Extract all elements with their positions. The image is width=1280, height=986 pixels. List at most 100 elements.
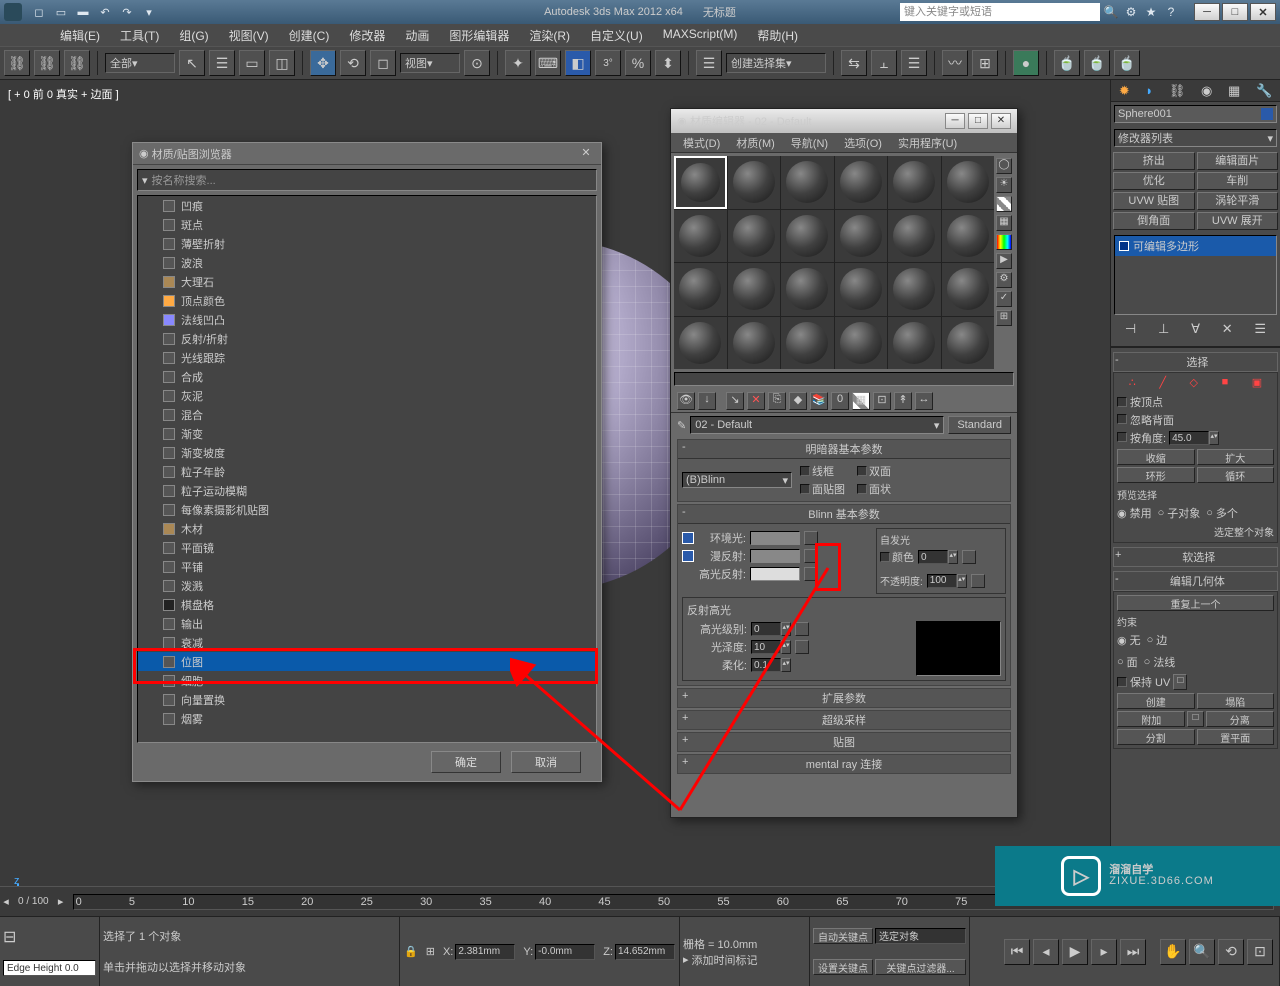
diffuse-swatch[interactable] — [750, 549, 800, 563]
tab-display-icon[interactable]: ▦ — [1228, 83, 1240, 99]
browser-item[interactable]: 渐变坡度 — [138, 443, 596, 462]
chk-faceted[interactable]: 面状 — [857, 481, 902, 497]
timeline-left-icon[interactable]: ◂ — [0, 895, 12, 908]
browser-item[interactable]: 位图 — [138, 652, 596, 671]
minimize-button[interactable]: ─ — [1194, 3, 1220, 21]
show-end-icon[interactable]: ⊡ — [873, 392, 891, 410]
menu-animation[interactable]: 动画 — [395, 24, 439, 46]
sample-slot[interactable] — [942, 317, 995, 370]
select-rect-icon[interactable]: ▭ — [239, 50, 265, 76]
coord-x-input[interactable] — [455, 944, 515, 960]
chk-by-vertex[interactable]: 按顶点 — [1117, 393, 1274, 411]
ref-coord-combo[interactable]: 视图▾ — [400, 53, 460, 73]
sample-slot[interactable] — [674, 156, 727, 209]
ambient-swatch[interactable] — [750, 531, 800, 545]
gloss-map-button[interactable] — [795, 640, 809, 654]
sample-slot[interactable] — [674, 263, 727, 316]
material-type-button[interactable]: Standard — [948, 416, 1011, 434]
help-search-input[interactable]: 键入关键字或短语 — [900, 3, 1100, 21]
tab-utility-icon[interactable]: 🔧 — [1256, 83, 1272, 99]
btn-uvw-map[interactable]: UVW 贴图 — [1113, 192, 1195, 210]
selection-filter-combo[interactable]: 全部▾ — [105, 53, 175, 73]
get-mat-icon[interactable]: 👁 — [677, 392, 695, 410]
edge-height-input[interactable]: Edge Height 0.0 — [3, 960, 96, 976]
snap-icon[interactable]: ◧ — [565, 50, 591, 76]
pivot-icon[interactable]: ⊙ — [464, 50, 490, 76]
btn-plane[interactable]: 置平面 — [1197, 729, 1275, 745]
btn-collapse[interactable]: 塌陷 — [1197, 693, 1275, 709]
btn-edit-patch[interactable]: 编辑面片 — [1197, 152, 1279, 170]
browser-item[interactable]: 粒子运动模糊 — [138, 481, 596, 500]
timeline-right-icon[interactable]: ▸ — [55, 895, 67, 908]
browser-item[interactable]: 泼溅 — [138, 576, 596, 595]
sample-video-icon[interactable]: ▶ — [996, 253, 1012, 269]
btn-repeat[interactable]: 重复上一个 — [1117, 595, 1274, 611]
browser-item[interactable]: 合成 — [138, 367, 596, 386]
shader-combo[interactable]: (B)Blinn▾ — [682, 472, 792, 488]
material-name-combo[interactable]: 02 - Default▾ — [690, 416, 944, 434]
browser-item[interactable]: 混合 — [138, 405, 596, 424]
so-poly-icon[interactable]: ■ — [1222, 376, 1229, 389]
qat-open-icon[interactable]: ▭ — [52, 3, 70, 21]
pick-icon[interactable]: ✎ — [677, 419, 686, 432]
sample-slot[interactable] — [728, 317, 781, 370]
tab-create-icon[interactable]: ✹ — [1119, 83, 1130, 99]
modifier-stack[interactable]: 可编辑多边形 — [1114, 235, 1277, 315]
qat-redo-icon[interactable]: ↷ — [118, 3, 136, 21]
so-vertex-icon[interactable]: ∴ — [1129, 376, 1136, 389]
rollout-supersample[interactable]: +超级采样 — [677, 710, 1011, 730]
menu-custom[interactable]: 自定义(U) — [580, 24, 653, 46]
select-name-icon[interactable]: ☰ — [209, 50, 235, 76]
rotate-icon[interactable]: ⟲ — [340, 50, 366, 76]
btn-loop[interactable]: 循环 — [1197, 467, 1275, 483]
help-icon[interactable]: ? — [1162, 3, 1180, 21]
autokey-button[interactable]: 自动关键点 — [813, 928, 873, 944]
move-icon[interactable]: ✥ — [310, 50, 336, 76]
stack-expand-icon[interactable] — [1119, 241, 1129, 251]
browser-item[interactable]: 薄壁折射 — [138, 234, 596, 253]
sample-slot[interactable] — [942, 263, 995, 316]
coord-y-input[interactable] — [535, 944, 595, 960]
browser-item[interactable]: 凹痕 — [138, 196, 596, 215]
browser-item[interactable]: 光线跟踪 — [138, 348, 596, 367]
chk-by-angle[interactable]: 按角度:▴▾ — [1117, 429, 1274, 447]
me-menu-nav[interactable]: 导航(N) — [783, 133, 836, 152]
browser-item[interactable]: 反射/折射 — [138, 329, 596, 348]
trackbar-icon[interactable]: ⊟ — [3, 927, 96, 947]
btn-lathe[interactable]: 车削 — [1197, 172, 1279, 190]
curve-editor-icon[interactable]: 〰 — [942, 50, 968, 76]
me-menu-util[interactable]: 实用程序(U) — [890, 133, 965, 152]
menu-maxscript[interactable]: MAXScript(M) — [653, 24, 748, 46]
radio-off[interactable]: ◉ 禁用 — [1117, 504, 1152, 522]
browser-item[interactable]: 平面镜 — [138, 538, 596, 557]
spinner-snap-icon[interactable]: ⬍ — [655, 50, 681, 76]
me-close-button[interactable]: ✕ — [991, 113, 1011, 129]
browser-close-button[interactable]: ✕ — [577, 146, 595, 162]
sample-slot[interactable] — [781, 156, 834, 209]
sample-slot[interactable] — [728, 156, 781, 209]
browser-item[interactable]: 细胞 — [138, 671, 596, 690]
named-sel-combo[interactable]: 创建选择集▾ — [726, 53, 826, 73]
reset-icon[interactable]: ✕ — [747, 392, 765, 410]
play-next-icon[interactable]: ▸ — [1091, 939, 1117, 965]
angle-input[interactable] — [1169, 431, 1209, 445]
chk-2sided[interactable]: 双面 — [857, 463, 902, 479]
qat-more-icon[interactable]: ▾ — [140, 3, 158, 21]
sample-bg-icon[interactable] — [996, 196, 1012, 212]
make-unique-icon[interactable]: ◆ — [789, 392, 807, 410]
menu-views[interactable]: 视图(V) — [219, 24, 279, 46]
menu-modifiers[interactable]: 修改器 — [339, 24, 395, 46]
sample-slot[interactable] — [942, 156, 995, 209]
chk-preserve-uv[interactable]: 保持 UV □ — [1117, 673, 1274, 691]
tab-hierarchy-icon[interactable]: ⛓ — [1169, 83, 1186, 99]
me-menu-options[interactable]: 选项(O) — [836, 133, 890, 152]
browser-item[interactable]: 平铺 — [138, 557, 596, 576]
chk-facemap[interactable]: 面贴图 — [800, 481, 845, 497]
soften-input[interactable] — [751, 658, 781, 672]
browser-item[interactable]: 衰减 — [138, 633, 596, 652]
menu-edit[interactable]: 编辑(E) — [50, 24, 110, 46]
play-end-icon[interactable]: ⏭ — [1120, 939, 1146, 965]
btn-cut[interactable]: 分割 — [1117, 729, 1195, 745]
btn-attach[interactable]: 附加 — [1117, 711, 1185, 727]
sample-color-icon[interactable] — [996, 234, 1012, 250]
